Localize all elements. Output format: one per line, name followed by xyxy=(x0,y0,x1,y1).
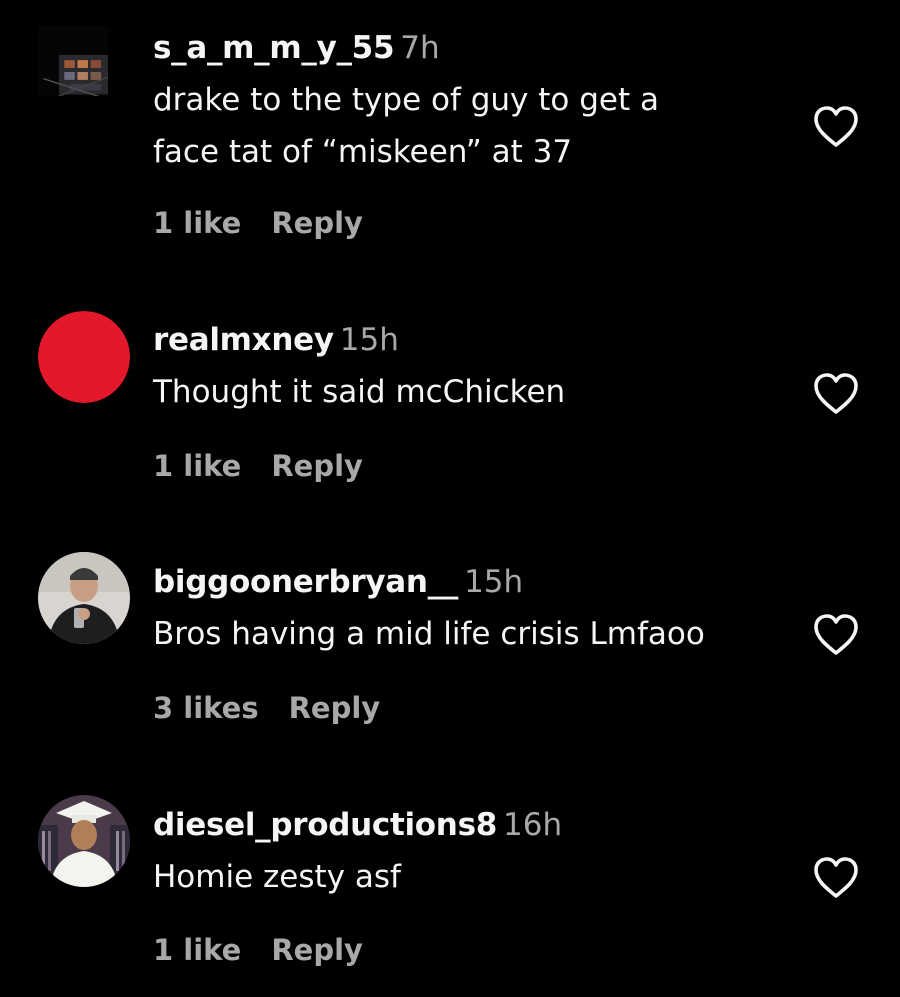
comment-text-line: drake to the type of guy to get a xyxy=(153,82,659,118)
comment-text: Bros having a mid life crisis Lmfaoo xyxy=(153,608,793,660)
timestamp: 15h xyxy=(464,564,524,600)
heart-outline-icon[interactable] xyxy=(812,372,860,416)
like-count[interactable]: 1 like xyxy=(153,449,241,483)
comment-text: Thought it said mcChicken xyxy=(153,366,793,418)
heart-outline-icon[interactable] xyxy=(812,613,860,657)
reply-button[interactable]: Reply xyxy=(289,691,381,725)
username[interactable]: diesel_productions8 xyxy=(153,807,497,843)
comment-text: Homie zesty asf xyxy=(153,851,793,903)
comment-text-line: Thought it said mcChicken xyxy=(153,374,566,410)
comment-text-line: Bros having a mid life crisis Lmfaoo xyxy=(153,616,705,652)
comment-text-line: Homie zesty asf xyxy=(153,859,401,895)
comment-header: biggoonerbryan__ 15h xyxy=(153,562,523,602)
like-count[interactable]: 1 like xyxy=(153,206,241,240)
reply-button[interactable]: Reply xyxy=(271,933,363,967)
like-count[interactable]: 1 like xyxy=(153,933,241,967)
reply-button[interactable]: Reply xyxy=(271,206,363,240)
comment-header: realmxney 15h xyxy=(153,320,399,360)
timestamp: 16h xyxy=(503,807,563,843)
person-photo-avatar xyxy=(38,552,130,644)
timestamp: 7h xyxy=(400,30,440,66)
username[interactable]: biggoonerbryan__ xyxy=(153,564,458,600)
heart-outline-icon[interactable] xyxy=(812,105,860,149)
heart-outline-icon[interactable] xyxy=(812,856,860,900)
comment-actions: 1 like Reply xyxy=(153,205,363,241)
comment-actions: 1 like Reply xyxy=(153,448,363,484)
graduation-photo-avatar xyxy=(38,795,130,887)
red-circle-avatar xyxy=(38,311,130,403)
avatar[interactable] xyxy=(38,26,108,96)
avatar[interactable] xyxy=(38,552,130,644)
comment-header: s_a_m_m_y_55 7h xyxy=(153,28,440,68)
comment-actions: 3 likes Reply xyxy=(153,690,380,726)
avatar[interactable] xyxy=(38,311,130,403)
city-building-photo-icon xyxy=(38,26,108,96)
comment-header: diesel_productions8 16h xyxy=(153,805,562,845)
comment-actions: 1 like Reply xyxy=(153,932,363,968)
username[interactable]: s_a_m_m_y_55 xyxy=(153,30,395,66)
comment-text: drake to the type of guy to get a face t… xyxy=(153,74,793,178)
reply-button[interactable]: Reply xyxy=(271,449,363,483)
avatar[interactable] xyxy=(38,795,130,887)
timestamp: 15h xyxy=(339,322,399,358)
comment-text-line: face tat of “miskeen” at 37 xyxy=(153,134,573,170)
like-count[interactable]: 3 likes xyxy=(153,691,259,725)
username[interactable]: realmxney xyxy=(153,322,334,358)
